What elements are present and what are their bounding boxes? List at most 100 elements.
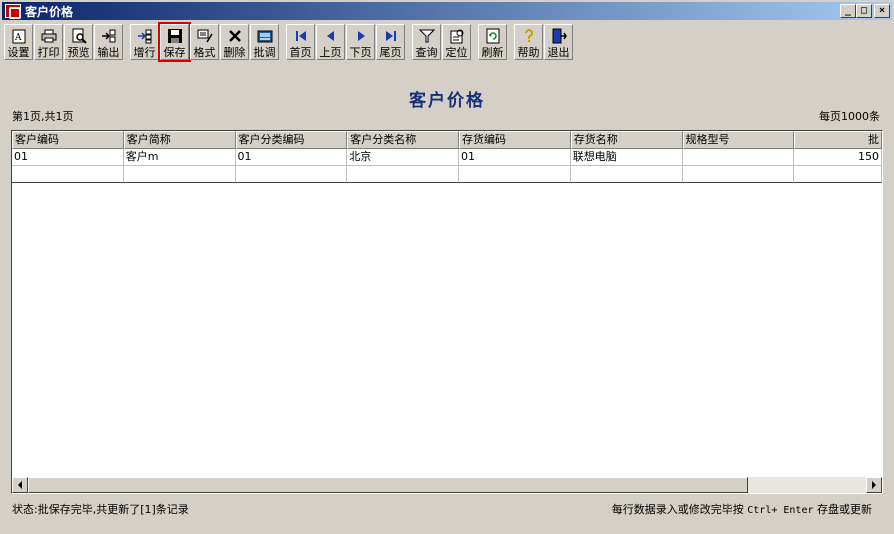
last-page-label: 尾页	[379, 46, 402, 59]
cell-empty[interactable]	[682, 166, 795, 183]
column-header-customer-code[interactable]: 客户编码	[12, 131, 124, 149]
first-page-icon	[293, 28, 309, 44]
scroll-track[interactable]	[28, 477, 866, 493]
save-label: 保存	[163, 46, 186, 59]
cell-empty[interactable]	[459, 166, 571, 183]
title-bar[interactable]: 客户价格 _ □ ×	[2, 2, 892, 20]
batch-adjust-icon	[257, 28, 273, 44]
refresh-icon	[485, 28, 501, 44]
minimize-button[interactable]: _	[840, 4, 856, 18]
locate-button[interactable]: 定位	[442, 24, 471, 60]
cell-empty[interactable]	[235, 166, 348, 183]
refresh-label: 刷新	[481, 46, 504, 59]
scroll-left-arrow-icon	[18, 481, 22, 489]
format-button[interactable]: 格式	[190, 24, 219, 60]
cell-batch[interactable]: 150	[794, 149, 882, 166]
print-button[interactable]: 打印	[34, 24, 63, 60]
column-header-category-code[interactable]: 客户分类编码	[235, 131, 348, 149]
settings-label: 设置	[7, 46, 30, 59]
add-row-icon	[137, 28, 153, 44]
cell-customer-name[interactable]: 客户m	[123, 149, 236, 166]
save-button[interactable]: 保存	[158, 22, 191, 62]
cell-empty[interactable]	[12, 166, 124, 183]
customer-price-window: 客户价格 _ □ × A 设置 打印 预览 输出 增行 保存 格式 删除 批调 …	[0, 0, 894, 534]
price-grid[interactable]: 客户编码 客户简称 客户分类编码 客户分类名称 存货编码 存货名称 规格型号 批…	[11, 130, 883, 494]
help-icon	[521, 28, 537, 44]
window-title: 客户价格	[25, 4, 74, 19]
column-header-batch[interactable]: 批	[794, 131, 882, 149]
cell-empty[interactable]	[570, 166, 683, 183]
exit-button[interactable]: 退出	[544, 24, 573, 60]
cell-empty[interactable]	[123, 166, 236, 183]
toolbar-group-paging: 首页 上页 下页 尾页	[286, 24, 406, 60]
prev-page-button[interactable]: 上页	[316, 24, 345, 60]
table-row-new[interactable]	[12, 166, 882, 183]
delete-button[interactable]: 删除	[220, 24, 249, 60]
refresh-button[interactable]: 刷新	[478, 24, 507, 60]
column-header-category-name[interactable]: 客户分类名称	[347, 131, 459, 149]
cell-category-name[interactable]: 北京	[347, 149, 459, 166]
preview-label: 预览	[67, 46, 90, 59]
grid-header: 客户编码 客户简称 客户分类编码 客户分类名称 存货编码 存货名称 规格型号 批	[12, 131, 882, 149]
export-button[interactable]: 输出	[94, 24, 123, 60]
maximize-button[interactable]: □	[856, 4, 872, 18]
print-label: 打印	[37, 46, 60, 59]
prev-page-icon	[323, 28, 339, 44]
toolbar: A 设置 打印 预览 输出 增行 保存 格式 删除 批调 首页 上页 下页 尾页…	[4, 22, 580, 62]
cell-inventory-code[interactable]: 01	[459, 149, 571, 166]
cell-empty[interactable]	[347, 166, 459, 183]
next-page-button[interactable]: 下页	[346, 24, 375, 60]
format-icon	[197, 28, 213, 44]
export-label: 输出	[97, 46, 120, 59]
scroll-right-button[interactable]	[866, 477, 882, 493]
column-header-inventory-code[interactable]: 存货编码	[459, 131, 571, 149]
delete-label: 删除	[223, 46, 246, 59]
add-row-button[interactable]: 增行	[130, 24, 159, 60]
table-row[interactable]: 01 客户m 01 北京 01 联想电脑 150	[12, 149, 882, 166]
close-button[interactable]: ×	[874, 4, 890, 18]
scroll-left-button[interactable]	[12, 477, 28, 493]
last-page-icon	[383, 28, 399, 44]
locate-icon	[449, 28, 465, 44]
export-icon	[101, 28, 117, 44]
column-header-spec-model[interactable]: 规格型号	[682, 131, 795, 149]
status-hint-key: Ctrl+ Enter	[747, 505, 814, 516]
batch-adjust-label: 批调	[253, 46, 276, 59]
delete-icon	[227, 28, 243, 44]
cell-empty[interactable]	[794, 166, 882, 183]
last-page-button[interactable]: 尾页	[376, 24, 405, 60]
status-hint: 每行数据录入或修改完毕按 Ctrl+ Enter 存盘或更新	[612, 501, 872, 517]
app-icon	[5, 4, 21, 19]
cell-inventory-name[interactable]: 联想电脑	[570, 149, 683, 166]
locate-label: 定位	[445, 46, 468, 59]
status-message: 状态:批保存完毕,共更新了[1]条记录	[12, 503, 189, 516]
add-row-label: 增行	[133, 46, 156, 59]
filter-icon	[418, 28, 435, 44]
settings-icon: A	[11, 28, 27, 44]
help-button[interactable]: 帮助	[514, 24, 543, 60]
window-controls: _ □ ×	[840, 4, 890, 18]
preview-button[interactable]: 预览	[64, 24, 93, 60]
batch-adjust-button[interactable]: 批调	[250, 24, 279, 60]
exit-icon	[551, 28, 567, 44]
exit-label: 退出	[547, 46, 570, 59]
scroll-thumb[interactable]	[28, 477, 748, 493]
report-title: 客户价格	[409, 91, 485, 111]
toolbar-group-output: A 设置 打印 预览 输出	[4, 24, 124, 60]
query-label: 查询	[415, 46, 438, 59]
status-hint-prefix: 每行数据录入或修改完毕按	[611, 503, 748, 516]
column-header-customer-name[interactable]: 客户简称	[123, 131, 236, 149]
query-button[interactable]: 查询	[412, 24, 441, 60]
cell-spec-model[interactable]	[682, 149, 795, 166]
printer-icon	[41, 28, 57, 44]
horizontal-scrollbar[interactable]	[12, 477, 882, 493]
toolbar-group-refresh: 刷新	[478, 24, 508, 60]
first-page-button[interactable]: 首页	[286, 24, 315, 60]
toolbar-group-search: 查询 定位	[412, 24, 472, 60]
cell-category-code[interactable]: 01	[235, 149, 348, 166]
page-info: 第1页,共1页	[12, 110, 74, 123]
column-header-inventory-name[interactable]: 存货名称	[570, 131, 683, 149]
settings-button[interactable]: A 设置	[4, 24, 33, 60]
cell-customer-code[interactable]: 01	[12, 149, 124, 166]
status-hint-suffix: 存盘或更新	[813, 503, 872, 516]
